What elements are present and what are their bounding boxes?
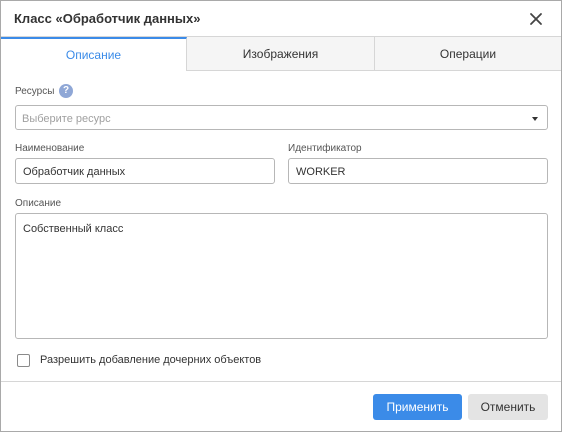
dialog-titlebar: Класс «Обработчик данных» — [1, 1, 561, 37]
dialog-title: Класс «Обработчик данных» — [14, 11, 201, 26]
allow-children-label[interactable]: Разрешить добавление дочерних объектов — [40, 354, 261, 366]
identifier-value: WORKER — [296, 166, 346, 178]
allow-children-checkbox[interactable] — [17, 354, 30, 367]
identifier-label: Идентификатор — [288, 143, 362, 154]
tab-images[interactable]: Изображения — [187, 37, 375, 71]
help-icon[interactable]: ? — [59, 84, 73, 98]
resource-select-placeholder: Выберите ресурс — [22, 113, 111, 125]
name-value: Обработчик данных — [23, 166, 126, 178]
dialog-footer: Применить Отменить — [1, 381, 561, 432]
class-dialog: Класс «Обработчик данных» Описание Изобр… — [0, 0, 562, 432]
resource-select[interactable]: Выберите ресурс — [15, 105, 548, 130]
tab-description[interactable]: Описание — [1, 37, 187, 71]
name-label: Наименование — [15, 143, 85, 154]
identifier-field[interactable]: WORKER — [288, 158, 548, 184]
cancel-button[interactable]: Отменить — [468, 394, 548, 420]
tab-operations[interactable]: Операции — [375, 37, 561, 71]
description-label: Описание — [15, 198, 62, 209]
description-value: Собственный класс — [23, 223, 124, 235]
chevron-down-icon — [532, 117, 538, 121]
description-textarea[interactable]: Собственный класс — [15, 213, 548, 339]
resources-label: Ресурсы — [15, 86, 55, 97]
tab-bar: Описание Изображения Операции — [1, 37, 561, 71]
name-field[interactable]: Обработчик данных — [15, 158, 275, 184]
close-icon[interactable] — [525, 8, 547, 30]
apply-button[interactable]: Применить — [373, 394, 462, 420]
